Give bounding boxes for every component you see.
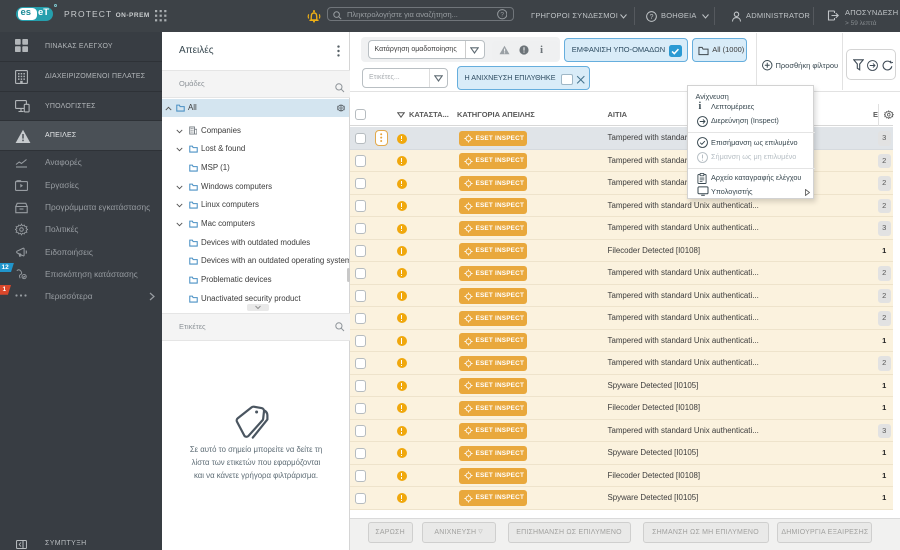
svg-text:?: ? [650, 14, 654, 21]
svg-text:?: ? [500, 12, 504, 19]
